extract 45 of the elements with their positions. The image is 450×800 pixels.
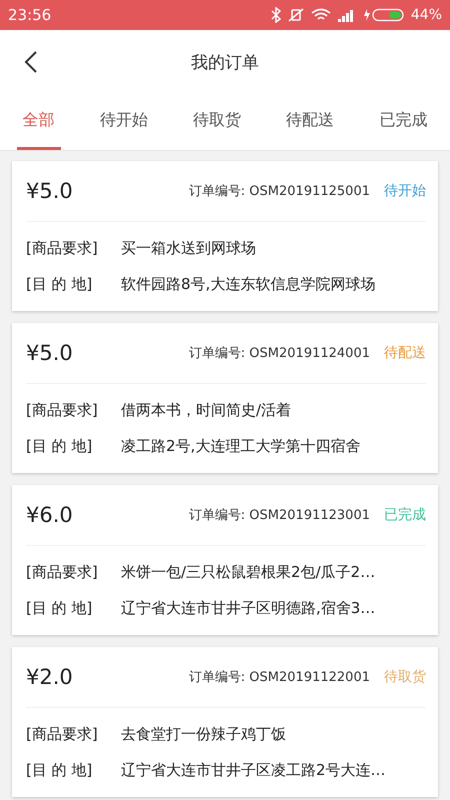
order-number: 订单编号: OSM20191122001 bbox=[188, 669, 370, 686]
field-label: [商品要求] bbox=[26, 400, 99, 420]
goods-text: 去食堂打一份辣子鸡丁饭 bbox=[121, 724, 286, 744]
back-icon[interactable] bbox=[24, 50, 38, 74]
bluetooth-icon bbox=[270, 7, 281, 23]
field-label: [目 的 地] bbox=[26, 436, 94, 456]
order-number: 订单编号: OSM20191124001 bbox=[188, 345, 370, 362]
order-price: ¥5.0 bbox=[26, 179, 74, 203]
order-card[interactable]: ¥6.0 订单编号: OSM20191123001 已完成 [商品要求] 米饼一包/三只松鼠碧根果2包/瓜子2… [目 的 地] 辽宁省大连市甘井子区明德路,宿舍3… bbox=[12, 485, 438, 635]
order-number: 订单编号: OSM20191123001 bbox=[188, 507, 370, 524]
muted-vibrate-icon bbox=[286, 7, 305, 23]
status-time: 23:56 bbox=[8, 6, 52, 24]
tab[interactable]: 待取货 bbox=[186, 94, 247, 150]
field-label: [商品要求] bbox=[26, 238, 99, 258]
goods-text: 借两本书，时间简史/活着 bbox=[121, 400, 292, 420]
field-label: [商品要求] bbox=[26, 562, 99, 582]
field-label: [商品要求] bbox=[26, 724, 99, 744]
order-status: 待开始 bbox=[384, 182, 426, 200]
destination-text: 辽宁省大连市甘井子区凌工路2号大连… bbox=[121, 760, 386, 780]
destination-text: 辽宁省大连市甘井子区明德路,宿舍3… bbox=[121, 598, 376, 618]
page-title: 我的订单 bbox=[191, 52, 259, 74]
battery-charging-icon bbox=[362, 8, 405, 22]
tab[interactable]: 待配送 bbox=[280, 94, 340, 150]
field-label: [目 的 地] bbox=[26, 598, 94, 618]
goods-text: 买一箱水送到网球场 bbox=[121, 238, 256, 258]
field-label: [目 的 地] bbox=[26, 274, 94, 294]
tab[interactable]: 全部 bbox=[16, 94, 61, 150]
order-price: ¥5.0 bbox=[26, 341, 74, 365]
order-card[interactable]: ¥5.0 订单编号: OSM20191124001 待配送 [商品要求] 借两本书，时间简史/活着 [目 的 地] 凌工路2号,大连理工大学第十四宿舍 bbox=[12, 323, 438, 473]
tab[interactable]: 待开始 bbox=[94, 94, 154, 150]
destination-text: 软件园路8号,大连东软信息学院网球场 bbox=[121, 274, 376, 294]
tab[interactable]: 已完成 bbox=[373, 94, 434, 150]
wifi-icon bbox=[310, 8, 331, 22]
destination-text: 凌工路2号,大连理工大学第十四宿舍 bbox=[121, 436, 360, 456]
order-price: ¥2.0 bbox=[26, 665, 74, 689]
field-label: [目 的 地] bbox=[26, 760, 94, 780]
order-number: 订单编号: OSM20191125001 bbox=[188, 183, 370, 200]
order-price: ¥6.0 bbox=[26, 503, 74, 527]
order-status: 已完成 bbox=[384, 506, 426, 524]
goods-text: 米饼一包/三只松鼠碧根果2包/瓜子2… bbox=[121, 562, 376, 582]
order-card[interactable]: ¥5.0 订单编号: OSM20191125001 待开始 [商品要求] 买一箱水送到网球场 [目 的 地] 软件园路8号,大连东软信息学院网球场 bbox=[12, 161, 438, 311]
order-status: 待取货 bbox=[384, 668, 426, 686]
battery-percent: 44% bbox=[410, 7, 442, 23]
order-card[interactable]: ¥2.0 订单编号: OSM20191122001 待取货 [商品要求] 去食堂打一份辣子鸡丁饭 [目 的 地] 辽宁省大连市甘井子区凌工路2号大连… bbox=[12, 647, 438, 797]
order-status: 待配送 bbox=[384, 344, 426, 362]
